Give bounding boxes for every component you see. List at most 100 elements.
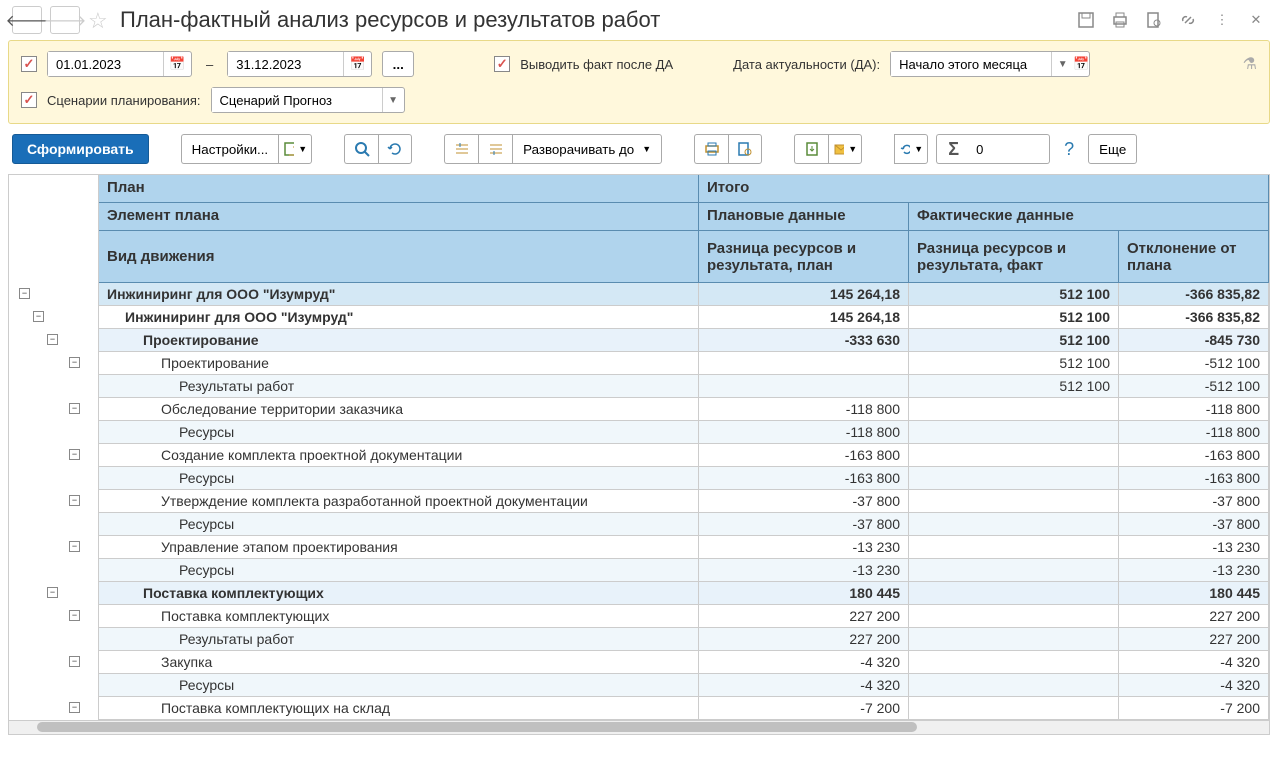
tree-expander[interactable]: − (19, 288, 30, 299)
row-value: 227 200 (699, 628, 909, 651)
chevron-down-icon[interactable]: ▼ (382, 88, 404, 112)
preview-icon[interactable] (1144, 10, 1164, 30)
link-icon[interactable] (1178, 10, 1198, 30)
tree-expander[interactable]: − (47, 587, 58, 598)
row-value: -512 100 (1119, 375, 1269, 398)
calendar-icon[interactable]: 📅 (163, 52, 191, 76)
forward-button[interactable]: 🡒 (50, 6, 80, 34)
row-value: 227 200 (1119, 628, 1269, 651)
row-value: -333 630 (699, 329, 909, 352)
da-select[interactable]: ▼ 📅 (890, 51, 1090, 77)
row-value (909, 605, 1119, 628)
tree-expander[interactable]: − (69, 702, 80, 713)
tree-expander[interactable]: − (69, 495, 80, 506)
tree-expander[interactable]: − (69, 541, 80, 552)
toolbar: Сформировать Настройки... ▼ Разворачиват… (0, 124, 1278, 174)
filter-panel: 📅 – 📅 ... Выводить факт после ДА Дата ак… (8, 40, 1270, 124)
sigma-button[interactable]: Σ (936, 134, 970, 164)
tree-expander[interactable]: − (47, 334, 58, 345)
print-preview-button[interactable] (728, 134, 762, 164)
save-file-button[interactable] (794, 134, 828, 164)
generate-button[interactable]: Сформировать (12, 134, 149, 164)
scenario-field[interactable] (212, 88, 382, 112)
row-value: -4 320 (699, 674, 909, 697)
print-icon[interactable] (1110, 10, 1130, 30)
row-label: Поставка комплектующих (99, 605, 699, 628)
page-title: План-фактный анализ ресурсов и результат… (120, 7, 1068, 33)
header-plan-data: Плановые данные (699, 203, 909, 231)
row-value (909, 513, 1119, 536)
help-icon[interactable]: ? (1058, 139, 1080, 160)
row-label: Инжиниринг для ООО "Изумруд" (99, 283, 699, 306)
filter-icon[interactable]: ⚗ (1243, 54, 1257, 74)
more-icon[interactable]: ⋮ (1212, 10, 1232, 30)
expand-to-button[interactable]: Разворачивать до ▼ (512, 134, 662, 164)
tree-expander[interactable]: − (69, 449, 80, 460)
print-button[interactable] (694, 134, 728, 164)
row-value: -512 100 (1119, 352, 1269, 375)
row-value: -13 230 (1119, 536, 1269, 559)
row-value: -37 800 (699, 490, 909, 513)
email-button[interactable]: ▼ (828, 134, 862, 164)
row-value: 227 200 (699, 605, 909, 628)
scenario-select[interactable]: ▼ (211, 87, 405, 113)
report-table: План Итого Элемент плана Плановые данные… (8, 174, 1270, 721)
row-value: -163 800 (699, 467, 909, 490)
tree-expander[interactable]: − (33, 311, 44, 322)
calendar-icon[interactable]: 📅 (343, 52, 371, 76)
da-field[interactable] (891, 52, 1051, 76)
collapse-rows-icon[interactable] (444, 134, 478, 164)
row-label: Ресурсы (99, 513, 699, 536)
scrollbar-thumb[interactable] (37, 722, 917, 732)
more-button[interactable]: Еще (1088, 134, 1137, 164)
date-to-input[interactable]: 📅 (227, 51, 372, 77)
row-value: -845 730 (1119, 329, 1269, 352)
settings-button[interactable]: Настройки... (181, 134, 278, 164)
search-icon[interactable] (344, 134, 378, 164)
row-value: -118 800 (1119, 421, 1269, 444)
row-value: -37 800 (699, 513, 909, 536)
close-icon[interactable]: ✕ (1246, 10, 1266, 30)
date-from-input[interactable]: 📅 (47, 51, 192, 77)
tree-expander[interactable]: − (69, 357, 80, 368)
date-range-more-button[interactable]: ... (382, 51, 414, 77)
calendar-icon[interactable]: 📅 (1073, 56, 1089, 72)
row-value: -37 800 (1119, 490, 1269, 513)
tree-expander[interactable]: − (69, 610, 80, 621)
sigma-input[interactable] (970, 134, 1050, 164)
row-value: 227 200 (1119, 605, 1269, 628)
tree-expander[interactable]: − (69, 656, 80, 667)
date-from-field[interactable] (48, 52, 163, 76)
tree-expander[interactable]: − (69, 403, 80, 414)
row-value: 180 445 (699, 582, 909, 605)
row-value (909, 444, 1119, 467)
expand-rows-icon[interactable] (478, 134, 512, 164)
row-label: Утверждение комплекта разработанной прое… (99, 490, 699, 513)
row-value: -4 320 (1119, 651, 1269, 674)
back-button[interactable]: 🡐 (12, 6, 42, 34)
save-icon[interactable] (1076, 10, 1096, 30)
row-label: Инжиниринг для ООО "Изумруд" (99, 306, 699, 329)
row-label: Ресурсы (99, 559, 699, 582)
row-value (909, 536, 1119, 559)
date-to-field[interactable] (228, 52, 343, 76)
show-fact-checkbox[interactable] (494, 56, 510, 72)
row-value (909, 582, 1119, 605)
row-value: -4 320 (1119, 674, 1269, 697)
chevron-down-icon[interactable]: ▼ (1051, 52, 1073, 76)
row-value: 145 264,18 (699, 306, 909, 329)
settings-variant-button[interactable]: ▼ (278, 134, 312, 164)
favorite-icon[interactable]: ☆ (88, 8, 112, 32)
date-range-checkbox[interactable] (21, 56, 37, 72)
scenario-checkbox[interactable] (21, 92, 37, 108)
row-value: 512 100 (909, 329, 1119, 352)
row-value: -13 230 (699, 559, 909, 582)
row-value: -37 800 (1119, 513, 1269, 536)
row-value: -7 200 (1119, 697, 1269, 720)
horizontal-scrollbar[interactable] (8, 721, 1270, 735)
header-total: Итого (699, 175, 1269, 203)
variant-button[interactable]: ▼ (894, 134, 928, 164)
refresh-icon[interactable] (378, 134, 412, 164)
row-value (909, 697, 1119, 720)
row-label: Результаты работ (99, 628, 699, 651)
